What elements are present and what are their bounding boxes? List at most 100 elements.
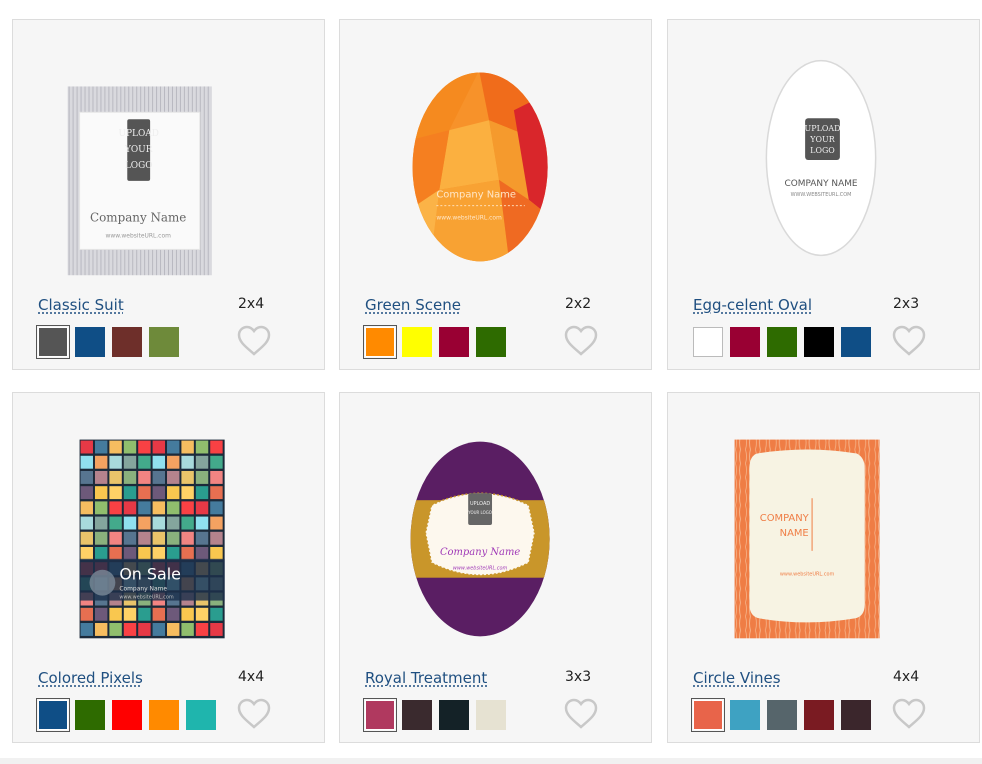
template-card[interactable]: On Sale Company Name www.websiteURL.com … [12, 392, 325, 743]
pixel-tile [138, 607, 151, 621]
pixel-tile [80, 516, 93, 530]
pixel-tile [109, 440, 122, 454]
pixel-tile [167, 516, 180, 530]
color-swatch[interactable] [730, 327, 760, 357]
pixel-tile [167, 470, 180, 484]
pixel-tile [195, 440, 209, 454]
color-swatch[interactable] [841, 700, 871, 730]
template-preview-image[interactable]: COMPANY NAME www.websiteURL.com [668, 393, 979, 668]
pixel-tile [94, 516, 108, 530]
pixel-tile [123, 486, 137, 500]
heart-outline-icon[interactable] [891, 698, 927, 730]
pixel-tile [94, 486, 108, 500]
color-swatch[interactable] [476, 327, 506, 357]
pixel-tile [195, 486, 209, 500]
color-swatches [691, 698, 871, 732]
pixel-tile [138, 440, 151, 454]
pixel-tile [195, 470, 209, 484]
template-title-link[interactable]: Classic Suit [38, 296, 124, 314]
template-card[interactable]: COMPANY NAME www.websiteURL.com Circle V… [667, 392, 980, 743]
color-swatch[interactable] [363, 698, 397, 732]
heart-outline-icon[interactable] [891, 325, 927, 357]
color-swatch[interactable] [149, 700, 179, 730]
template-preview-image[interactable]: UPLOAD YOUR LOGO COMPANY NAME WWW.WEBSIT… [668, 20, 979, 295]
color-swatches [36, 698, 216, 732]
heart-outline-icon[interactable] [236, 698, 272, 730]
color-swatch[interactable] [75, 327, 105, 357]
color-swatch[interactable] [693, 327, 723, 357]
color-swatch[interactable] [112, 700, 142, 730]
svg-text:www.websiteURL.com: www.websiteURL.com [105, 232, 171, 239]
template-card[interactable]: UPLOAD YOUR LOGO Company Name www.websit… [339, 392, 652, 743]
color-swatch[interactable] [439, 700, 469, 730]
pixel-tile [167, 455, 180, 469]
color-swatch[interactable] [36, 325, 70, 359]
template-preview-image[interactable]: UPLOAD YOUR LOGO Company Name www.websit… [340, 393, 651, 668]
pixel-tile [123, 607, 137, 621]
color-swatch[interactable] [402, 700, 432, 730]
color-swatch[interactable] [186, 700, 216, 730]
pixel-tile [181, 486, 194, 500]
pixel-tile [181, 470, 194, 484]
color-swatch[interactable] [476, 700, 506, 730]
pixel-tile [109, 623, 122, 636]
pixel-tile [109, 470, 122, 484]
heart-outline-icon[interactable] [236, 325, 272, 357]
pixel-tile [94, 607, 108, 621]
color-swatch[interactable] [439, 327, 469, 357]
pixel-tile [109, 501, 122, 515]
color-swatch[interactable] [804, 327, 834, 357]
template-preview-image[interactable]: Company Name www.websiteURL.com [340, 20, 651, 295]
color-swatch[interactable] [767, 700, 797, 730]
svg-text:Company Name: Company Name [436, 190, 516, 201]
svg-text:Company Name: Company Name [440, 547, 520, 558]
template-card[interactable]: UPLOAD YOUR LOGO COMPANY NAME WWW.WEBSIT… [667, 19, 980, 370]
pixel-tile [138, 455, 151, 469]
pixel-tile [152, 440, 166, 454]
pixel-tile [80, 546, 93, 560]
pixel-tile [138, 531, 151, 545]
template-card[interactable]: UPLOAD YOUR LOGO Company Name www.websit… [12, 19, 325, 370]
pixel-tile [80, 531, 93, 545]
pixel-tile [94, 501, 108, 515]
template-size: 2x3 [893, 296, 920, 312]
color-swatch[interactable] [112, 327, 142, 357]
color-swatch[interactable] [804, 700, 834, 730]
pixel-tile [123, 470, 137, 484]
template-preview-image[interactable]: UPLOAD YOUR LOGO Company Name www.websit… [13, 20, 324, 295]
color-swatch[interactable] [363, 325, 397, 359]
pixel-tile [210, 501, 223, 515]
template-title-link[interactable]: Green Scene [365, 296, 461, 314]
color-swatch[interactable] [767, 327, 797, 357]
svg-text:YOUR LOGO: YOUR LOGO [468, 510, 492, 515]
color-swatch[interactable] [149, 327, 179, 357]
pixel-tile [210, 440, 223, 454]
pixel-tile [94, 623, 108, 636]
pixel-tile [167, 501, 180, 515]
heart-outline-icon[interactable] [563, 325, 599, 357]
pixel-tile [167, 607, 180, 621]
pixel-tile [152, 455, 166, 469]
template-title-link[interactable]: Colored Pixels [38, 669, 143, 687]
pixel-tile [152, 607, 166, 621]
template-title-link[interactable]: Circle Vines [693, 669, 781, 687]
svg-text:YOUR: YOUR [124, 145, 153, 155]
template-size: 2x4 [238, 296, 265, 312]
color-swatch[interactable] [730, 700, 760, 730]
color-swatch[interactable] [402, 327, 432, 357]
color-swatch[interactable] [691, 698, 725, 732]
pixel-tile [80, 486, 93, 500]
heart-outline-icon[interactable] [563, 698, 599, 730]
svg-text:WWW.WEBSITEURL.COM: WWW.WEBSITEURL.COM [791, 192, 852, 198]
pixel-tile [210, 607, 223, 621]
pixel-tile [109, 516, 122, 530]
color-swatch[interactable] [36, 698, 70, 732]
color-swatch[interactable] [75, 700, 105, 730]
color-swatch[interactable] [841, 327, 871, 357]
template-title-link[interactable]: Egg-celent Oval [693, 296, 812, 314]
template-card[interactable]: Company Name www.websiteURL.com Green Sc… [339, 19, 652, 370]
template-title-link[interactable]: Royal Treatment [365, 669, 487, 687]
template-preview-image[interactable]: On Sale Company Name www.websiteURL.com [13, 393, 324, 668]
pixel-tile [181, 546, 194, 560]
pixel-tile [181, 623, 194, 636]
